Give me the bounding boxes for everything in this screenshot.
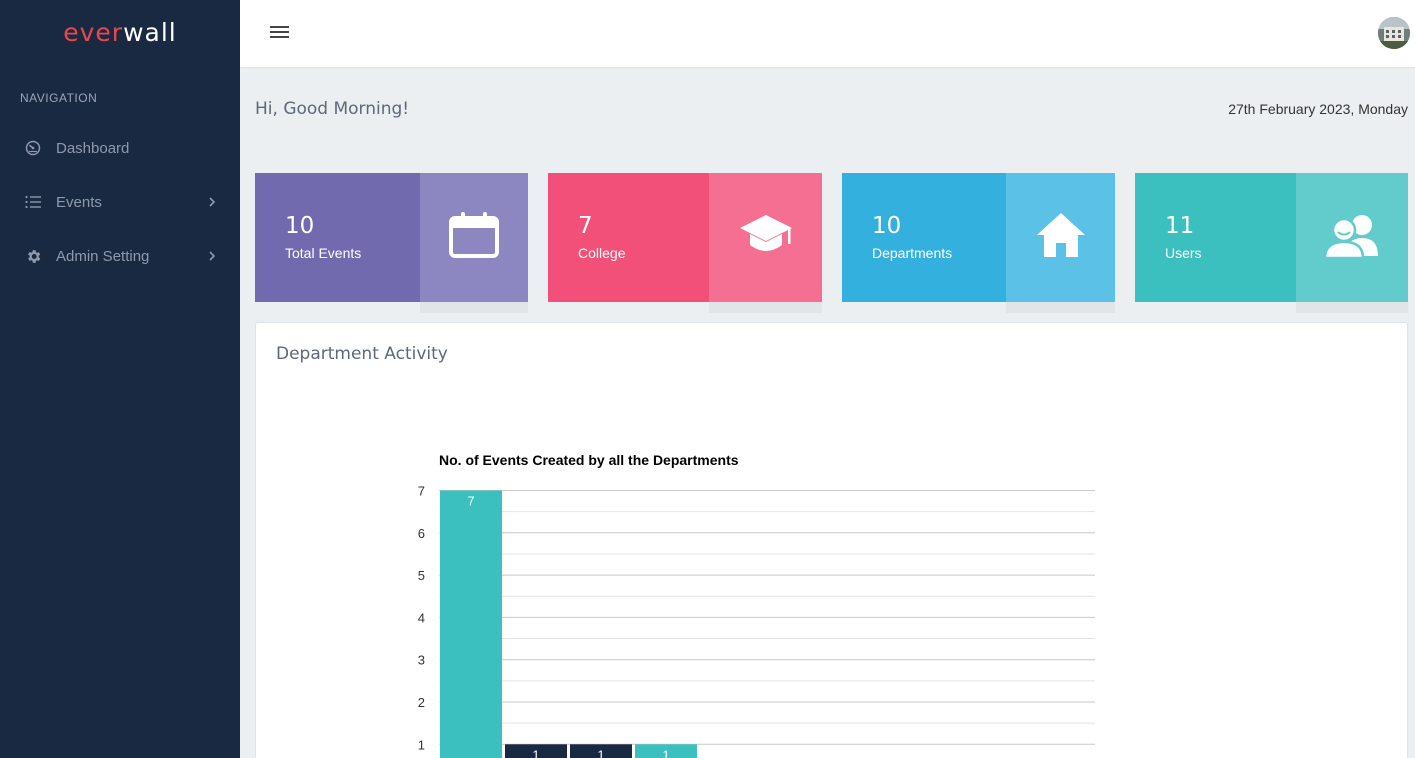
sidebar-item-admin-setting[interactable]: Admin Setting xyxy=(0,236,240,276)
chevron-right-icon xyxy=(208,195,216,212)
stat-card-icon-panel xyxy=(420,173,528,302)
y-tick-label: 7 xyxy=(418,484,425,499)
stat-card-shadow xyxy=(709,302,822,313)
sidebar-item-dashboard[interactable]: Dashboard xyxy=(0,128,240,168)
department-activity-chart: No. of Events Created by all the Departm… xyxy=(418,452,1095,758)
stat-card-body xyxy=(548,173,709,302)
stat-card-icon-panel xyxy=(709,173,822,302)
graduation-cap-icon xyxy=(738,213,794,262)
hamburger-menu-icon[interactable] xyxy=(270,24,290,45)
avatar[interactable] xyxy=(1378,17,1410,49)
brand-logo-part1: ever xyxy=(63,18,124,47)
chevron-right-icon xyxy=(208,249,216,266)
stat-value: 11 xyxy=(1165,213,1195,239)
sidebar-item-label: Admin Setting xyxy=(56,247,150,265)
y-tick-label: 5 xyxy=(418,568,425,583)
sidebar-item-label: Events xyxy=(56,193,102,211)
greeting-text: Hi, Good Morning! xyxy=(255,99,410,119)
bar-data-label: 1 xyxy=(532,747,539,758)
stat-card-college[interactable]: 7 College xyxy=(548,173,822,313)
stat-card-shadow xyxy=(1006,302,1115,313)
stat-card-body xyxy=(1135,173,1296,302)
stat-value: 10 xyxy=(872,213,902,239)
brand-logo-part2: wall xyxy=(123,18,177,47)
bar-data-label: 1 xyxy=(597,747,604,758)
stat-card-body xyxy=(255,173,420,302)
calendar-icon xyxy=(448,211,500,264)
bar-data-label: 1 xyxy=(662,747,669,758)
y-tick-label: 3 xyxy=(418,653,425,668)
stat-card-shadow xyxy=(1296,302,1408,313)
gauge-icon xyxy=(24,139,42,157)
nav-section-title: NAVIGATION xyxy=(20,91,98,105)
stat-card-icon-panel xyxy=(1006,173,1115,302)
stat-card-departments[interactable]: 10 Departments xyxy=(842,173,1115,313)
sidebar: everwall NAVIGATION Dashboard Events Adm… xyxy=(0,0,240,758)
gear-icon xyxy=(24,247,42,265)
bar-data-label: 7 xyxy=(467,494,474,509)
stat-label: College xyxy=(578,245,626,261)
stat-card-users[interactable]: 11 Users xyxy=(1135,173,1408,313)
stat-card-icon-panel xyxy=(1296,173,1408,302)
stat-card-total-events[interactable]: 10 Total Events xyxy=(255,173,528,313)
department-activity-panel: Department Activity No. of Events Create… xyxy=(255,322,1408,758)
stat-card-shadow xyxy=(420,302,528,313)
sidebar-item-label: Dashboard xyxy=(56,139,130,157)
stat-label: Total Events xyxy=(285,245,362,261)
stat-card-body xyxy=(842,173,1006,302)
y-tick-label: 6 xyxy=(418,526,425,541)
users-icon xyxy=(1323,212,1380,263)
chart-title: No. of Events Created by all the Departm… xyxy=(439,452,739,468)
top-bar xyxy=(240,0,1415,68)
chart-bar xyxy=(440,490,502,758)
y-tick-label: 4 xyxy=(418,610,425,625)
list-icon xyxy=(24,193,42,211)
stat-value: 10 xyxy=(285,213,315,239)
stat-value: 7 xyxy=(578,213,593,239)
y-tick-label: 1 xyxy=(418,737,425,752)
home-icon xyxy=(1035,211,1087,264)
stat-label: Departments xyxy=(872,245,953,261)
sidebar-item-events[interactable]: Events xyxy=(0,182,240,222)
brand-logo[interactable]: everwall xyxy=(0,18,240,47)
stat-label: Users xyxy=(1165,245,1202,261)
y-tick-label: 2 xyxy=(418,695,425,710)
date-text: 27th February 2023, Monday xyxy=(1228,101,1408,117)
